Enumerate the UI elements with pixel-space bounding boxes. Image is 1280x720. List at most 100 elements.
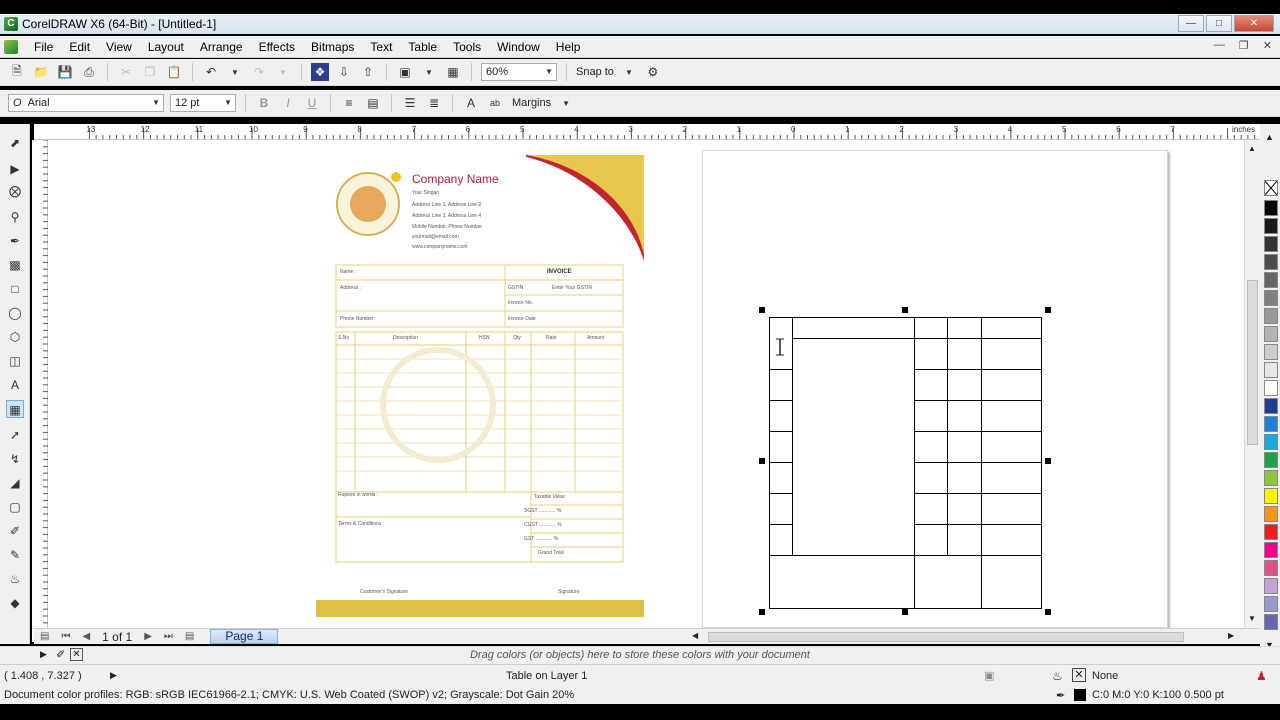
add-page-icon[interactable]: ▤ (34, 631, 55, 642)
color-swatch[interactable] (1264, 614, 1278, 630)
color-swatch[interactable] (1264, 488, 1278, 504)
bullets-icon[interactable]: ☰ (401, 94, 419, 112)
color-swatch[interactable] (1264, 452, 1278, 468)
color-swatch[interactable] (1264, 362, 1278, 378)
eyedropper-tool-icon[interactable]: ✐ (6, 522, 24, 540)
new-document-icon[interactable]: 🗎 (8, 63, 26, 81)
cut-icon[interactable]: ✂ (117, 63, 135, 81)
color-swatch[interactable] (1264, 524, 1278, 540)
color-swatch[interactable] (1264, 200, 1278, 216)
page-1-tab[interactable]: Page 1 (210, 629, 279, 644)
snap-to-dropdown[interactable]: Snap to (576, 66, 614, 78)
color-swatch[interactable] (1264, 272, 1278, 288)
close-button[interactable]: ✕ (1234, 15, 1274, 32)
menu-help[interactable]: Help (548, 40, 589, 54)
vertical-align-icon[interactable]: ▤ (364, 94, 382, 112)
options-icon[interactable]: ⚙ (644, 63, 662, 81)
add-page-after-icon[interactable]: ▤ (179, 631, 200, 642)
play-icon[interactable]: ▶ (110, 670, 117, 681)
first-page-icon[interactable]: ⏮ (55, 631, 76, 642)
import-icon[interactable]: ⇩ (335, 63, 353, 81)
menu-edit[interactable]: Edit (61, 40, 98, 54)
bold-icon[interactable]: B (255, 94, 273, 112)
fill-tool-icon[interactable]: ♨ (6, 570, 24, 588)
polygon-tool-icon[interactable]: ⬡ (6, 328, 24, 346)
doc-close-icon[interactable]: ✕ (1263, 39, 1272, 52)
outline-pen-icon[interactable]: ✎ (6, 546, 24, 564)
table-tool-icon[interactable]: ▦ (6, 400, 24, 418)
snap-dropdown-icon[interactable]: ▼ (620, 63, 638, 81)
color-swatch[interactable] (1264, 290, 1278, 306)
document-palette-bar[interactable]: Drag colors (or objects) here to store t… (0, 646, 1280, 664)
scroll-right-icon[interactable]: ▶ (1228, 631, 1234, 640)
minimize-button[interactable]: — (1178, 15, 1204, 32)
text-align-icon[interactable]: ≡ (340, 94, 358, 112)
character-formatting-icon[interactable]: A (462, 94, 480, 112)
connector-tool-icon[interactable]: ↯ (6, 450, 24, 468)
doc-minimize-icon[interactable]: — (1214, 39, 1225, 52)
no-color-swatch[interactable] (1264, 180, 1278, 196)
margins-dropdown-icon[interactable]: ▼ (557, 94, 575, 112)
color-swatch[interactable] (1264, 506, 1278, 522)
menu-view[interactable]: View (98, 40, 140, 54)
color-swatch[interactable] (1264, 416, 1278, 432)
no-fill-swatch[interactable]: ✕ (70, 648, 83, 661)
scroll-down-icon[interactable]: ▼ (1248, 614, 1256, 623)
eyedropper-icon[interactable]: ✐ (56, 648, 65, 661)
maximize-button[interactable]: □ (1206, 15, 1232, 32)
vertical-scrollbar[interactable]: ▲ ▼ (1244, 140, 1260, 628)
selection-handles[interactable] (759, 307, 1051, 615)
copy-icon[interactable]: ❐ (141, 63, 159, 81)
paste-icon[interactable]: 📋 (165, 63, 183, 81)
horizontal-scrollbar[interactable]: ◀ ▶ (674, 631, 1234, 643)
text-tool-icon[interactable]: A (6, 376, 24, 394)
blend-tool-icon[interactable]: ◢ (6, 474, 24, 492)
transparency-tool-icon[interactable]: ▢ (6, 498, 24, 516)
color-swatch[interactable] (1264, 542, 1278, 558)
shape-tool-icon[interactable]: ▶ (6, 160, 24, 178)
undo-dropdown-icon[interactable]: ▼ (226, 63, 244, 81)
scroll-up-icon[interactable]: ▲ (1248, 144, 1256, 153)
palette-scroll-up-icon[interactable]: ▲ (1265, 132, 1274, 142)
outline-color-swatch[interactable] (1074, 689, 1086, 701)
no-fill-indicator-icon[interactable]: ✕ (1072, 668, 1086, 682)
dimension-tool-icon[interactable]: ➚ (6, 426, 24, 444)
previous-page-icon[interactable]: ◀ (76, 631, 96, 642)
underline-icon[interactable]: U (303, 94, 321, 112)
basic-shapes-icon[interactable]: ◫ (6, 352, 24, 370)
pick-tool-icon[interactable]: ⬈ (6, 134, 24, 152)
color-swatch[interactable] (1264, 596, 1278, 612)
next-page-icon[interactable]: ▶ (138, 631, 158, 642)
color-swatch[interactable] (1264, 434, 1278, 450)
color-swatch[interactable] (1264, 380, 1278, 396)
user-icon[interactable]: ♟ (1256, 669, 1267, 683)
menu-effects[interactable]: Effects (251, 40, 303, 54)
redo-icon[interactable]: ↷ (250, 63, 268, 81)
undo-icon[interactable]: ↶ (202, 63, 220, 81)
doc-restore-icon[interactable]: ❐ (1239, 39, 1249, 52)
search-content-icon[interactable]: ❖ (311, 63, 329, 81)
menu-window[interactable]: Window (489, 40, 548, 54)
vertical-ruler[interactable] (32, 140, 48, 642)
open-folder-icon[interactable]: 📁 (32, 63, 50, 81)
horizontal-scroll-thumb[interactable] (708, 632, 1184, 642)
export-icon[interactable]: ⇧ (359, 63, 377, 81)
zoom-tool-icon[interactable]: ⚲ (6, 208, 24, 226)
vertical-scroll-thumb[interactable] (1247, 280, 1258, 445)
crop-tool-icon[interactable]: ⨂ (6, 182, 24, 200)
color-swatch[interactable] (1264, 218, 1278, 234)
menu-tools[interactable]: Tools (445, 40, 489, 54)
fill-bucket-icon[interactable]: ♨ (1052, 669, 1063, 683)
save-icon[interactable]: 💾 (56, 63, 74, 81)
menu-layout[interactable]: Layout (140, 40, 192, 54)
color-swatch[interactable] (1264, 308, 1278, 324)
redo-dropdown-icon[interactable]: ▼ (274, 63, 292, 81)
font-combo[interactable]: O Arial ▼ (8, 94, 164, 112)
color-swatch[interactable] (1264, 326, 1278, 342)
menu-file[interactable]: File (26, 40, 61, 54)
horizontal-ruler[interactable]: 13 12 11 10 9 8 7 6 5 4 3 2 1 0 1 2 3 4 5 6 7 inches (34, 124, 1260, 140)
palette-arrow-icon[interactable]: ▶ (40, 649, 47, 660)
interactive-fill-icon[interactable]: ◆ (6, 594, 24, 612)
smart-fill-icon[interactable]: ▩ (6, 256, 24, 274)
welcome-screen-icon[interactable]: ▦ (444, 63, 462, 81)
